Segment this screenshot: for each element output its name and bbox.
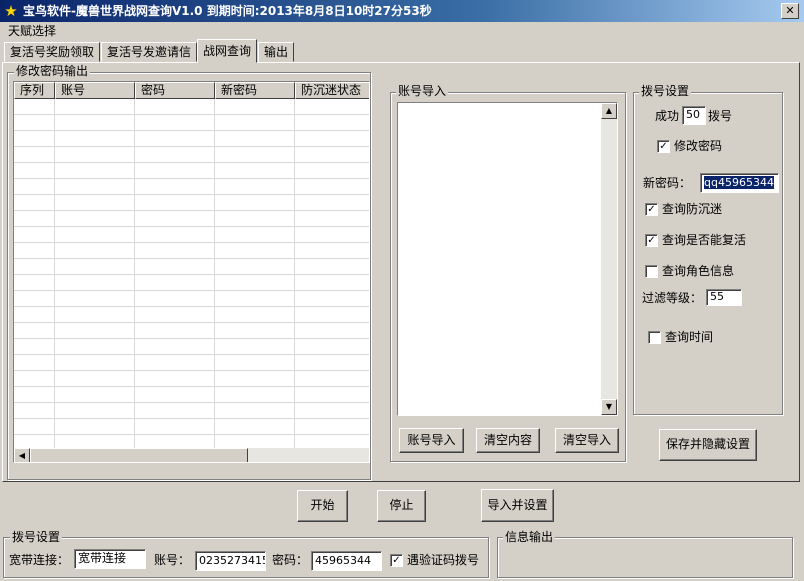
- app-icon: ★: [4, 2, 18, 20]
- check-icon: ✓: [647, 235, 656, 246]
- query-revivable-label: 查询是否能复活: [662, 233, 747, 247]
- window-title: 宝鸟软件-魔兽世界战网查询V1.0 到期时间:2013年8月8日10时27分53…: [23, 4, 432, 18]
- account-import-group-label: 账号导入: [396, 84, 449, 98]
- dial-settings-bottom-group-label: 拨号设置: [10, 530, 63, 544]
- column-header-anti-addiction[interactable]: 防沉迷状态: [295, 82, 369, 99]
- title-bar: ★ 宝鸟软件-魔兽世界战网查询V1.0 到期时间:2013年8月8日10时27分…: [0, 0, 804, 22]
- start-button[interactable]: 开始: [297, 490, 348, 522]
- new-password-value: qq45965344: [704, 176, 774, 189]
- password-output-list[interactable]: 序列 账号 密码 新密码 防沉迷状态 ◀: [13, 81, 370, 463]
- dial-suffix-label: 拨号: [708, 109, 733, 123]
- check-icon: ✓: [659, 141, 668, 152]
- tab-revive-invite[interactable]: 复活号发邀请信: [101, 42, 198, 62]
- verify-dial-label: 遇验证码拨号: [407, 553, 480, 567]
- success-label: 成功: [655, 109, 680, 123]
- password-output-group-label: 修改密码输出: [14, 64, 91, 78]
- scroll-left-icon[interactable]: ◀: [14, 448, 30, 462]
- save-hide-settings-button[interactable]: 保存并隐藏设置: [659, 429, 757, 461]
- account-import-textarea[interactable]: ▲ ▼: [397, 102, 618, 416]
- horizontal-scrollbar[interactable]: ◀: [14, 448, 369, 462]
- password-input[interactable]: 45965344: [311, 551, 382, 571]
- check-icon: ✓: [392, 555, 401, 566]
- column-header-new-password[interactable]: 新密码: [215, 82, 295, 99]
- info-output-group-label: 信息输出: [503, 530, 556, 544]
- scroll-thumb[interactable]: [30, 448, 248, 462]
- scroll-down-icon[interactable]: ▼: [601, 399, 617, 415]
- column-header-index[interactable]: 序列: [14, 82, 55, 99]
- query-character-label: 查询角色信息: [662, 264, 735, 278]
- account-label: 账号：: [154, 553, 191, 567]
- vertical-scrollbar[interactable]: ▲ ▼: [601, 103, 617, 415]
- query-anti-addiction-label: 查询防沉迷: [662, 202, 723, 216]
- clear-content-button[interactable]: 清空内容: [476, 428, 540, 453]
- import-and-set-button[interactable]: 导入并设置: [481, 489, 554, 522]
- check-icon: ✓: [647, 204, 656, 215]
- list-grid: [14, 99, 369, 448]
- tab-battlenet-query[interactable]: 战网查询: [197, 39, 258, 63]
- query-anti-addiction-checkbox[interactable]: ✓: [645, 203, 658, 216]
- column-header-password[interactable]: 密码: [135, 82, 215, 99]
- change-password-checkbox[interactable]: ✓: [657, 140, 670, 153]
- menu-item-talent-select[interactable]: 天赋选择: [8, 23, 56, 39]
- new-password-input[interactable]: qq45965344: [700, 173, 779, 193]
- query-time-label: 查询时间: [665, 330, 714, 344]
- dial-settings-group-label: 拨号设置: [639, 84, 692, 98]
- tab-revive-reward[interactable]: 复活号奖励领取: [4, 42, 101, 62]
- broadband-input[interactable]: 宽带连接: [74, 549, 146, 569]
- filter-level-input[interactable]: 55: [706, 289, 742, 306]
- account-input[interactable]: 02352734150: [195, 551, 266, 571]
- broadband-label: 宽带连接：: [9, 553, 70, 567]
- success-count-input[interactable]: 50: [682, 106, 706, 125]
- query-character-checkbox[interactable]: [645, 265, 658, 278]
- tab-output[interactable]: 输出: [258, 42, 295, 62]
- account-import-button[interactable]: 账号导入: [399, 428, 464, 453]
- verify-dial-checkbox[interactable]: ✓: [390, 554, 403, 567]
- scroll-up-icon[interactable]: ▲: [601, 103, 617, 119]
- stop-button[interactable]: 停止: [377, 490, 426, 522]
- close-button[interactable]: ✕: [781, 3, 799, 19]
- clear-import-button[interactable]: 清空导入: [555, 428, 619, 453]
- query-revivable-checkbox[interactable]: ✓: [645, 234, 658, 247]
- new-password-label: 新密码：: [643, 176, 692, 190]
- change-password-label: 修改密码: [674, 139, 723, 153]
- list-header: 序列 账号 密码 新密码 防沉迷状态: [14, 82, 369, 99]
- column-header-account[interactable]: 账号: [55, 82, 135, 99]
- password-label: 密码：: [272, 553, 309, 567]
- query-time-checkbox[interactable]: [648, 331, 661, 344]
- filter-level-label: 过滤等级：: [642, 291, 703, 305]
